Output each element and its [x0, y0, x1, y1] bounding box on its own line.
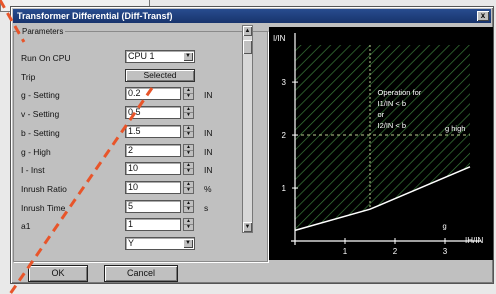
y-tick-label: 2 [282, 131, 287, 140]
scroll-thumb[interactable] [243, 40, 252, 54]
chevron-down-icon[interactable]: ▼ [183, 52, 193, 61]
spin-control[interactable]: ▲ ▼ [183, 106, 194, 120]
param-dropdown[interactable]: Y ▼ [125, 237, 195, 250]
param-row: a1 1 ▲ ▼ [21, 218, 226, 233]
param-unit: % [204, 183, 212, 194]
param-value: 0.5 [128, 107, 141, 118]
arrow-down-icon[interactable]: ▼ [184, 94, 193, 99]
param-row: v - Setting 0.5 ▲ ▼ [21, 106, 226, 121]
scroll-up-icon[interactable]: ▲ [243, 26, 252, 36]
param-value: 1.5 [128, 125, 141, 136]
spin-control[interactable]: ▲ ▼ [183, 162, 194, 176]
characteristic-chart: 1 2 3 1 2 3 I/IN IH/IN Operation for I1/IN < b or I… [269, 27, 493, 260]
param-value: 10 [128, 181, 139, 192]
param-input[interactable]: 10 [125, 162, 181, 176]
x-tick-label: 2 [393, 247, 398, 256]
operation-annotation: Operation for [378, 88, 422, 97]
param-label: v - Setting [21, 109, 60, 120]
dialog-title: Transformer Differential (Diff-Transf) [17, 11, 173, 21]
x-axis-label: IH/IN [465, 236, 483, 245]
param-row: Run On CPU CPU 1 ▼ [21, 50, 226, 65]
param-value: 0.2 [128, 88, 141, 99]
spin-control[interactable]: ▲ ▼ [183, 180, 194, 194]
param-row: Inrush Ratio 10 ▲ ▼% [21, 180, 226, 196]
param-input[interactable]: 1 [125, 218, 181, 232]
g-high-label: g high [445, 124, 465, 133]
param-value: Y [128, 238, 135, 248]
param-value: 2 [128, 144, 134, 155]
param-row: Trip Selected [21, 68, 226, 84]
param-label: g - High [21, 146, 51, 157]
param-unit: IN [204, 165, 213, 176]
parameters-legend: Parameters [22, 27, 64, 36]
operating-region [295, 45, 470, 231]
title-bar: Transformer Differential (Diff-Transf) x [13, 9, 491, 23]
spin-control[interactable]: ▲ ▼ [183, 87, 194, 101]
spin-control[interactable]: ▲ ▼ [183, 218, 194, 232]
param-input[interactable]: 2 [125, 143, 181, 157]
param-label: g - Setting [21, 90, 60, 101]
chart-svg: 1 2 3 1 2 3 I/IN IH/IN Operation for I1/IN < b or I… [273, 33, 483, 256]
param-unit: IN [204, 90, 213, 101]
param-row: b - Setting 1.5 ▲ ▼ IN [21, 124, 226, 140]
arrow-down-icon[interactable]: ▼ [184, 206, 193, 212]
spin-control[interactable]: ▲ ▼ [183, 143, 194, 157]
param-value: CPU 1 [128, 51, 155, 61]
y-axis-label: I/IN [273, 34, 286, 43]
y-tick-label: 3 [282, 78, 287, 87]
param-row: I - Inst 10 ▲ ▼ IN [21, 162, 226, 177]
x-tick-label: 1 [343, 247, 348, 256]
param-unit: s [204, 202, 209, 213]
y-tick-label: 1 [282, 184, 287, 193]
close-icon[interactable]: x [477, 11, 489, 21]
arrow-down-icon[interactable]: ▼ [184, 225, 193, 230]
param-input[interactable]: 1.5 [125, 124, 181, 138]
param-row: g - High 2 ▲ ▼ IN [21, 143, 226, 159]
param-label: Run On CPU [21, 53, 71, 63]
param-label: a1 [21, 221, 31, 232]
cancel-button[interactable]: Cancel [104, 265, 178, 282]
operation-annotation: I1/IN < b [378, 99, 407, 108]
arrow-down-icon[interactable]: ▼ [184, 113, 193, 118]
trip-selected-button[interactable]: Selected [125, 68, 195, 82]
param-label: Trip [21, 71, 36, 82]
operation-annotation: or [378, 110, 385, 119]
arrow-down-icon[interactable]: ▼ [184, 169, 193, 174]
spin-control[interactable]: ▲ ▼ [183, 124, 194, 138]
param-row: g - Setting 0.2 ▲ ▼ IN [21, 87, 226, 102]
g-label: g [443, 221, 447, 230]
param-label: Inrush Ratio [21, 183, 67, 194]
param-unit: IN [204, 127, 213, 138]
params-scrollbar[interactable]: ▲ ▼ [242, 25, 253, 233]
param-dropdown[interactable]: CPU 1 ▼ [125, 50, 195, 63]
arrow-down-icon[interactable]: ▼ [184, 131, 193, 137]
param-label: b - Setting [21, 127, 60, 138]
operation-annotation: I2/IN < b [378, 121, 407, 130]
diff-transf-dialog: Transformer Differential (Diff-Transf) x… [10, 6, 494, 284]
scroll-down-icon[interactable]: ▼ [243, 222, 252, 232]
spin-control[interactable]: ▲ ▼ [183, 199, 194, 213]
param-input[interactable]: 5 [125, 199, 181, 213]
param-row: Inrush Time 5 ▲ ▼ s [21, 199, 226, 215]
param-input[interactable]: 10 [125, 180, 181, 194]
ok-button[interactable]: OK [28, 265, 88, 282]
param-value: 10 [128, 163, 139, 174]
param-input[interactable]: 0.2 [125, 87, 181, 101]
param-label: Inrush Time [21, 202, 66, 213]
param-unit: IN [204, 146, 213, 157]
chevron-down-icon[interactable]: ▼ [183, 239, 193, 248]
param-value: 5 [128, 200, 134, 211]
param-value: 1 [128, 219, 134, 230]
arrow-down-icon[interactable]: ▼ [184, 187, 193, 193]
arrow-down-icon[interactable]: ▼ [184, 150, 193, 156]
param-label: I - Inst [21, 165, 45, 176]
x-tick-label: 3 [443, 247, 448, 256]
param-input[interactable]: 0.5 [125, 106, 181, 120]
param-row: Y ▼ [21, 237, 226, 252]
